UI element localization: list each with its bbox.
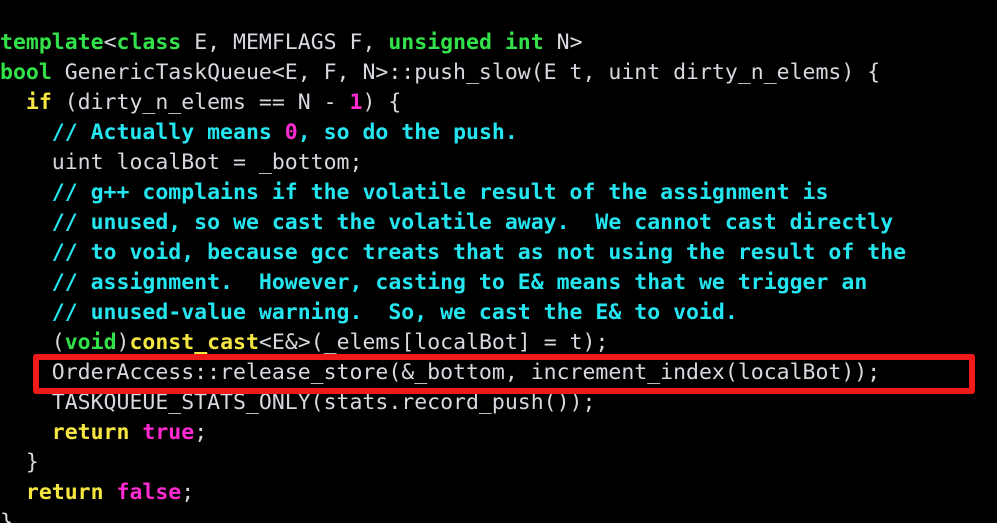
code-token: // to void, because gcc treats that as n… xyxy=(51,239,907,265)
code-token: // unused, so we cast the volatile away.… xyxy=(51,209,894,235)
code-token: // unused-value warning. So, we cast the… xyxy=(51,299,738,325)
code-line[interactable]: } xyxy=(0,448,997,478)
code-token: return xyxy=(25,479,104,505)
code-token: OrderAccess::release_store(&_bottom, inc… xyxy=(0,359,881,385)
code-token: unsigned int xyxy=(388,29,544,55)
code-line[interactable]: // Actually means 0, so do the push. xyxy=(0,118,997,148)
code-line[interactable]: bool GenericTaskQueue<E, F, N>::push_slo… xyxy=(0,58,997,88)
code-line[interactable]: } xyxy=(0,508,997,523)
code-line[interactable]: // g++ complains if the volatile result … xyxy=(0,178,997,208)
code-token: void xyxy=(64,329,117,355)
code-token: false xyxy=(116,479,182,505)
code-line[interactable]: // unused, so we cast the volatile away.… xyxy=(0,208,997,238)
code-screenshot: template<class E, MEMFLAGS F, unsigned i… xyxy=(0,0,997,523)
code-token: uint localBot = _bottom; xyxy=(0,149,363,175)
code-token: return xyxy=(51,419,130,445)
code-line[interactable]: return false; xyxy=(0,478,997,508)
code-token: } xyxy=(0,509,13,523)
code-token: < xyxy=(103,29,117,55)
code-token: N> xyxy=(543,29,583,55)
code-token: ; xyxy=(194,419,208,445)
code-token: // Actually means xyxy=(51,119,285,145)
code-token: 1 xyxy=(349,89,363,115)
code-token: <E&>(_elems[localBot] = t); xyxy=(258,329,609,355)
code-token: ) { xyxy=(362,89,402,115)
code-token: ; xyxy=(181,479,195,505)
code-token: true xyxy=(142,419,195,445)
code-line[interactable]: TASKQUEUE_STATS_ONLY(stats.record_push()… xyxy=(0,388,997,418)
code-token: template xyxy=(0,29,104,55)
code-token: E, MEMFLAGS F, xyxy=(181,29,389,55)
code-token: bool xyxy=(0,59,52,85)
code-token: (dirty_n_elems == N - xyxy=(51,89,350,115)
code-line[interactable]: // assignment. However, casting to E& me… xyxy=(0,268,997,298)
code-line[interactable]: return true; xyxy=(0,418,997,448)
code-line[interactable]: (void)const_cast<E&>(_elems[localBot] = … xyxy=(0,328,997,358)
code-line[interactable]: uint localBot = _bottom; xyxy=(0,148,997,178)
code-line[interactable]: // unused-value warning. So, we cast the… xyxy=(0,298,997,328)
code-token: ( xyxy=(0,329,65,355)
code-token: // g++ complains if the volatile result … xyxy=(51,179,829,205)
code-line[interactable]: if (dirty_n_elems == N - 1) { xyxy=(0,88,997,118)
code-line[interactable]: // to void, because gcc treats that as n… xyxy=(0,238,997,268)
code-token: ) xyxy=(116,329,130,355)
code-token: 0 xyxy=(284,119,298,145)
code-token: // assignment. However, casting to E& me… xyxy=(51,269,868,295)
code-token: if xyxy=(25,89,52,115)
code-line[interactable]: OrderAccess::release_store(&_bottom, inc… xyxy=(0,358,997,388)
code-block[interactable]: template<class E, MEMFLAGS F, unsigned i… xyxy=(0,22,997,523)
code-token: GenericTaskQueue<E, F, N>::push_slow(E t… xyxy=(51,59,881,85)
code-line[interactable]: template<class E, MEMFLAGS F, unsigned i… xyxy=(0,28,997,58)
code-token: , so do the push. xyxy=(297,119,518,145)
code-token: TASKQUEUE_STATS_ONLY(stats.record_push()… xyxy=(0,389,596,415)
code-token: class xyxy=(116,29,182,55)
code-token: const_cast xyxy=(129,329,259,355)
code-token: } xyxy=(0,449,39,475)
